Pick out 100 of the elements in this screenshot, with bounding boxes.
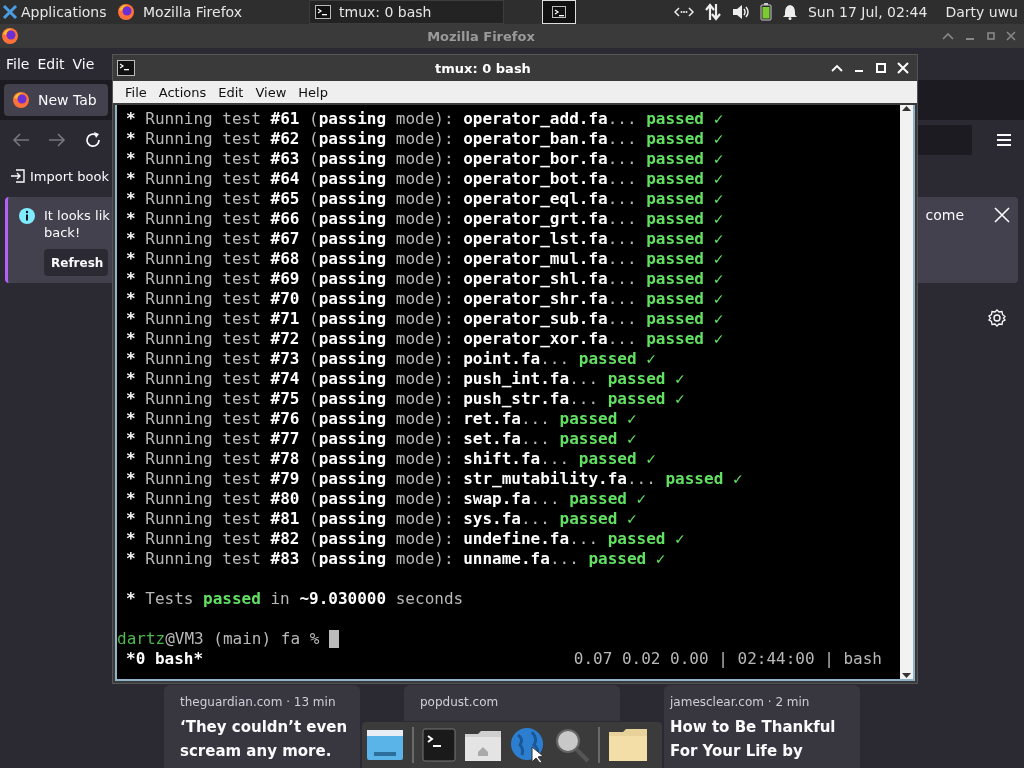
bullet-text: * (126, 429, 136, 449)
bullet-text: * (126, 389, 136, 409)
terminal-line: Running test #61 (passing mode): operator_add.fa... (145, 109, 637, 129)
scroll-down-icon[interactable] (902, 673, 911, 679)
folder-icon[interactable] (608, 728, 648, 762)
scrollbar[interactable] (900, 105, 913, 679)
check-mark: ✓ (713, 109, 724, 129)
bell-icon[interactable] (781, 4, 798, 20)
bullet-text: * (126, 189, 136, 209)
check-mark: ✓ (713, 249, 724, 269)
terminal-icon (117, 60, 135, 76)
story-source: jamesclear.com · 2 min (670, 695, 811, 709)
dock-separator (412, 727, 414, 763)
x-logo-icon (2, 4, 18, 20)
check-mark: ✓ (713, 229, 724, 249)
status-text: passed (559, 429, 618, 449)
network-icon[interactable] (673, 5, 694, 19)
terminal-icon[interactable] (422, 728, 456, 762)
status-text: passed (559, 409, 618, 429)
terminal-line: Running test #68 (passing mode): operator_mul.fa... (145, 249, 637, 269)
menu-item[interactable]: Edit (212, 84, 250, 100)
tmux-status-text: 0.07 0.02 0.00 | 02:44:00 | bash (573, 649, 882, 669)
window-icon[interactable] (366, 728, 404, 762)
story-card[interactable]: popdust.com (404, 685, 620, 721)
refresh-button[interactable]: Refresh (44, 249, 108, 276)
clock-text[interactable]: Sun 17 Jul, 02:44 (807, 4, 928, 20)
bullet-text: * (126, 269, 136, 289)
workspace-switcher[interactable] (542, 0, 576, 24)
check-mark: ✓ (655, 549, 666, 569)
forward-icon[interactable] (48, 132, 66, 148)
story-card[interactable]: jamesclear.com · 2 min How to Be Thankful For Your Life by (664, 685, 860, 768)
window-title: Mozilla Firefox (426, 28, 536, 44)
home-folder-icon[interactable] (464, 728, 502, 762)
terminal-line: Running test #66 (passing mode): operator_grt.fa... (145, 209, 637, 229)
notification-text: back! (44, 224, 82, 241)
back-icon[interactable] (12, 132, 30, 148)
firefox-icon (117, 3, 135, 21)
status-text: passed (578, 449, 637, 469)
menu-item[interactable]: Edit (33, 56, 69, 72)
applications-menu[interactable]: Applications (0, 0, 108, 24)
status-text: passed (646, 129, 704, 149)
menu-item[interactable]: Actions (152, 84, 213, 100)
menu-item[interactable]: File (2, 56, 34, 72)
story-headline: How to Be Thankful (670, 717, 837, 738)
bullet-text: * (126, 249, 136, 269)
bookmark-item[interactable]: Import book (10, 168, 109, 184)
scroll-up-icon[interactable] (902, 105, 911, 111)
menu-icon[interactable] (996, 133, 1012, 147)
terminal-line: Running test #81 (passing mode): sys.fa... (145, 509, 550, 529)
status-text: passed (646, 189, 704, 209)
taskbar-button[interactable]: tmux: 0 bash (309, 0, 504, 24)
reload-icon[interactable] (84, 131, 102, 149)
check-mark: ✓ (636, 489, 647, 509)
story-card[interactable]: theguardian.com · 13 min ‘They couldn’t even scream any more. (164, 685, 360, 768)
terminal-line: Running test #70 (passing mode): operator_shr.fa... (145, 289, 637, 309)
bullet-text: * (126, 529, 136, 549)
status-text: passed (646, 269, 704, 289)
check-mark: ✓ (713, 189, 724, 209)
status-text: passed (607, 369, 666, 389)
bullet-text: * (126, 549, 136, 569)
volume-icon[interactable] (731, 4, 750, 20)
check-mark: ✓ (713, 329, 724, 349)
status-text: passed (588, 549, 647, 569)
menu-item[interactable]: File (119, 84, 153, 100)
bullet-text: * (126, 489, 136, 509)
terminal-line: Running test #77 (passing mode): set.fa... (145, 429, 550, 449)
text-cursor (328, 630, 339, 648)
search-icon[interactable] (554, 727, 590, 763)
check-mark: ✓ (675, 369, 685, 389)
check-mark: ✓ (713, 269, 724, 289)
terminal-line: Running test #75 (passing mode): push_str.fa... (145, 389, 599, 409)
terminal-line: Running test #65 (passing mode): operator_eql.fa... (145, 189, 637, 209)
terminal-line: Running test #67 (passing mode): operator_lst.fa... (145, 229, 637, 249)
bullet-text: * (126, 329, 136, 349)
status-text: passed (646, 169, 704, 189)
status-text: passed (203, 589, 261, 609)
check-mark: ✓ (626, 509, 637, 529)
status-text: passed (646, 109, 704, 129)
menu-item[interactable]: Help (292, 84, 334, 100)
battery-icon[interactable] (759, 3, 772, 21)
settings-icon[interactable] (988, 309, 1006, 327)
story-headline: ‘They couldn’t even (180, 717, 349, 738)
terminal-line: Running test #79 (passing mode): str_mutability.fa... (145, 469, 656, 489)
menu-item[interactable]: View (249, 84, 293, 100)
browser-tab[interactable]: New Tab (4, 84, 108, 116)
bullet-text: * (126, 289, 136, 309)
user-name[interactable]: Darty uwu (945, 4, 1018, 20)
transfer-arrows-icon[interactable] (703, 3, 722, 21)
status-text: passed (665, 469, 724, 489)
tmux-window-label: *0 bash* (126, 649, 204, 669)
terminal-line: Running test #71 (passing mode): operator_sub.fa... (145, 309, 637, 329)
story-source: theguardian.com · 13 min (180, 695, 337, 709)
bullet-text: * (126, 349, 136, 369)
status-text: passed (646, 289, 704, 309)
check-mark: ✓ (713, 209, 724, 229)
check-mark: ✓ (675, 389, 685, 409)
globe-icon[interactable] (510, 727, 546, 763)
info-icon (18, 207, 36, 225)
bullet-text: * (126, 149, 136, 169)
menu-item[interactable]: Vie (68, 56, 99, 72)
